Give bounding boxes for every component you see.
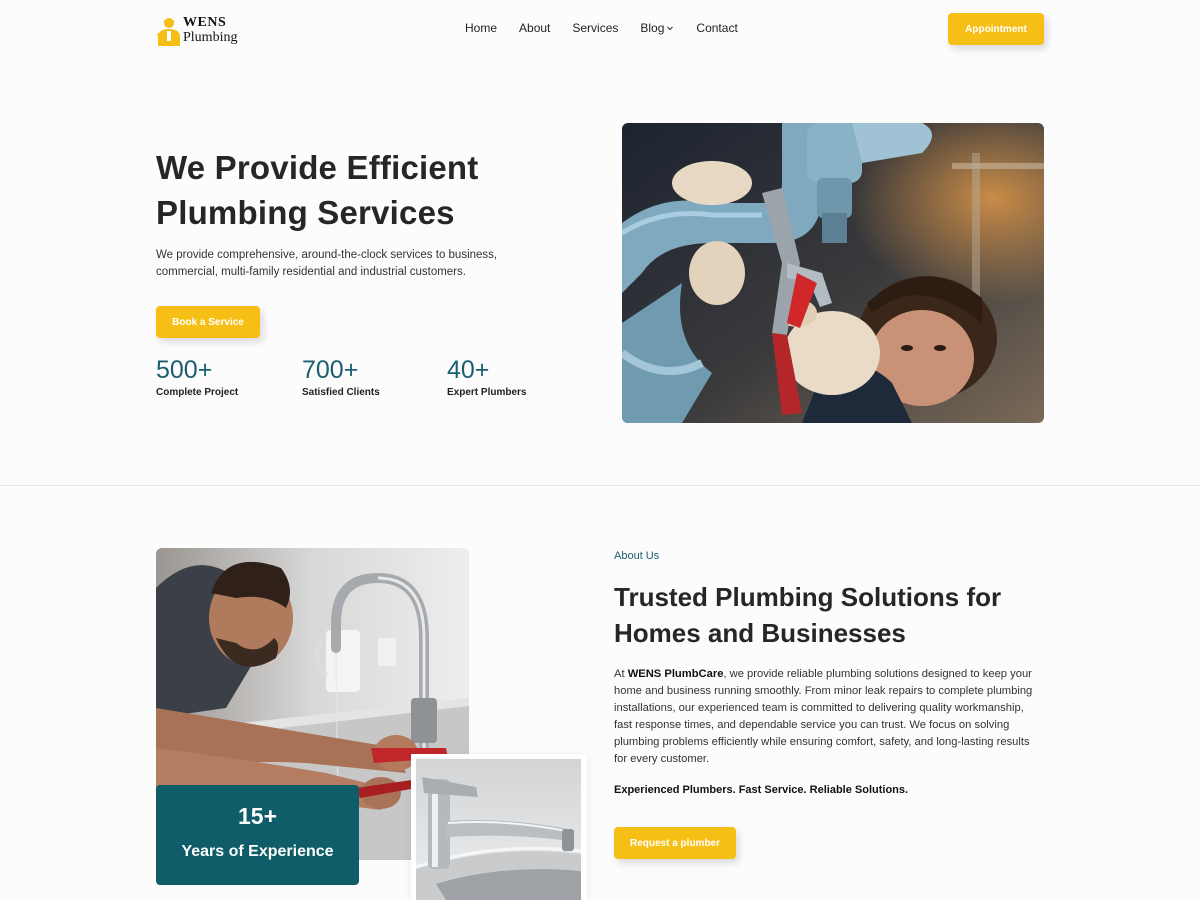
stat-label: Expert Plumbers <box>447 387 527 398</box>
stat-satisfied-clients: 700+ Satisfied Clients <box>302 356 380 398</box>
nav-services[interactable]: Services <box>572 21 618 35</box>
main-nav: Home About Services Blog Contact <box>465 21 738 35</box>
stat-expert-plumbers: 40+ Expert Plumbers <box>447 356 526 398</box>
plumber-logo-icon <box>157 18 180 46</box>
section-divider <box>0 485 1200 486</box>
about-description: At WENS PlumbCare, we provide reliable p… <box>614 666 1044 768</box>
brand-name: WENS PlumbCare <box>627 668 724 680</box>
logo-text-top: WENS <box>183 15 227 30</box>
hero-title: We Provide Efficient Plumbing Services <box>156 149 479 231</box>
nav-blog[interactable]: Blog <box>640 21 674 35</box>
stat-value: 40+ <box>447 356 490 384</box>
about-tagline: Experienced Plumbers. Fast Service. Reli… <box>614 784 909 796</box>
stat-value: 500+ <box>156 356 213 384</box>
about-title: Trusted Plumbing Solutions for Homes and… <box>614 582 1002 648</box>
appointment-button[interactable]: Appointment <box>948 13 1044 45</box>
faucet-photo <box>411 754 587 900</box>
nav-blog-label: Blog <box>640 21 665 35</box>
experience-value: 15+ <box>237 803 277 829</box>
hero-plumber-photo <box>622 123 1044 423</box>
stat-complete-project: 500+ Complete Project <box>156 356 238 398</box>
site-header: WENS Plumbing Home About Services Blog C… <box>0 0 1200 60</box>
hero-description: We provide comprehensive, around-the-clo… <box>156 249 498 278</box>
section-tag: About Us <box>614 550 660 562</box>
desc-prefix: At <box>614 668 628 680</box>
chevron-down-icon <box>667 26 674 31</box>
request-plumber-button[interactable]: Request a plumber <box>614 827 736 859</box>
stat-label: Complete Project <box>156 387 239 398</box>
stat-label: Satisfied Clients <box>302 387 380 398</box>
site-logo[interactable]: WENS Plumbing <box>155 14 245 48</box>
nav-contact[interactable]: Contact <box>696 21 737 35</box>
logo-text-bottom: Plumbing <box>183 30 238 45</box>
experience-badge: 15+ Years of Experience <box>156 785 359 885</box>
nav-home[interactable]: Home <box>465 21 497 35</box>
book-service-button[interactable]: Book a Service <box>156 306 260 338</box>
desc-rest: , we provide reliable plumbing solutions… <box>614 668 1033 765</box>
nav-about[interactable]: About <box>519 21 550 35</box>
experience-label: Years of Experience <box>181 843 334 860</box>
stat-value: 700+ <box>302 356 359 384</box>
